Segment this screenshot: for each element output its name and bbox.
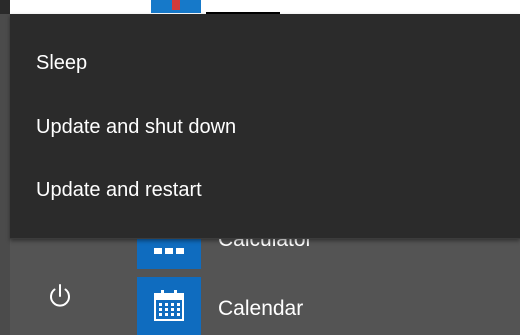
app-tile-partial[interactable]: [151, 0, 201, 13]
calendar-icon: [154, 290, 184, 321]
power-button[interactable]: [44, 280, 76, 312]
calendar-tile[interactable]: [137, 277, 201, 335]
power-options-menu: Sleep Update and shut down Update and re…: [10, 14, 520, 239]
left-rail: [0, 14, 10, 335]
power-icon: [50, 284, 70, 307]
menu-item-update-and-shut-down[interactable]: Update and shut down: [10, 96, 520, 158]
top-strip: [0, 0, 520, 14]
menu-item-sleep[interactable]: Sleep: [10, 32, 520, 94]
left-edge: [0, 0, 10, 14]
tile-accent-mark: [172, 0, 180, 10]
calendar-label[interactable]: Calendar: [218, 297, 303, 321]
menu-item-update-and-restart[interactable]: Update and restart: [10, 159, 520, 221]
